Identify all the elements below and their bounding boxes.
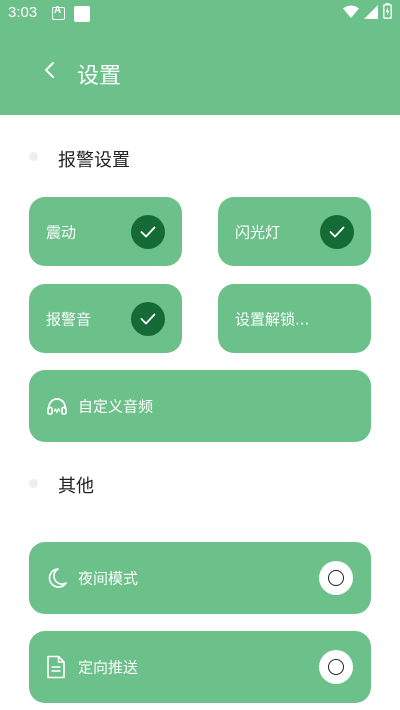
custom-audio-label: 自定义音频: [78, 397, 154, 416]
directed-push-card[interactable]: 定向推送: [29, 631, 371, 703]
vibration-check-icon[interactable]: [131, 214, 165, 249]
status-indicators: [343, 3, 392, 23]
directed-push-radio-indicator: [328, 659, 344, 675]
night-mode-label: 夜间模式: [78, 569, 139, 588]
night-mode-radio[interactable]: [319, 561, 353, 595]
flashlight-label: 闪光灯: [235, 223, 281, 241]
app-header: 3:03 设置: [0, 0, 400, 115]
moon-icon: [46, 567, 68, 589]
alarm-sound-toggle-card[interactable]: 报警音: [29, 284, 182, 353]
document-icon: [46, 655, 66, 679]
unlock-settings-label: 设置解锁...: [235, 310, 310, 328]
notification-square-icon: [74, 6, 90, 22]
status-time: 3:03: [8, 4, 38, 21]
back-button[interactable]: [36, 58, 64, 86]
directed-push-label: 定向推送: [78, 658, 139, 677]
vibration-toggle-card[interactable]: 震动: [29, 197, 182, 266]
alarm-sound-label: 报警音: [46, 310, 92, 328]
battery-charging-icon: [383, 3, 392, 23]
notification-a-icon: [52, 5, 65, 20]
wifi-icon: [343, 4, 359, 23]
flashlight-toggle-card[interactable]: 闪光灯: [218, 197, 371, 266]
flashlight-check-icon[interactable]: [320, 214, 354, 249]
section-marker-other: [29, 479, 38, 488]
page-title: 设置: [77, 64, 122, 89]
chevron-left-icon: [43, 61, 57, 83]
section-title-other: 其他: [58, 476, 94, 497]
signal-icon: [364, 4, 378, 23]
section-title-alarm: 报警设置: [58, 150, 130, 171]
night-mode-radio-indicator: [328, 570, 344, 586]
unlock-settings-card[interactable]: 设置解锁...: [218, 284, 371, 353]
status-bar: 3:03: [0, 0, 400, 28]
custom-audio-card[interactable]: 自定义音频: [29, 370, 371, 442]
directed-push-radio[interactable]: [319, 650, 353, 684]
section-marker-alarm: [29, 152, 38, 161]
headphones-icon: [46, 396, 68, 416]
night-mode-card[interactable]: 夜间模式: [29, 542, 371, 614]
vibration-label: 震动: [46, 223, 77, 241]
alarm-sound-check-icon[interactable]: [131, 301, 165, 336]
